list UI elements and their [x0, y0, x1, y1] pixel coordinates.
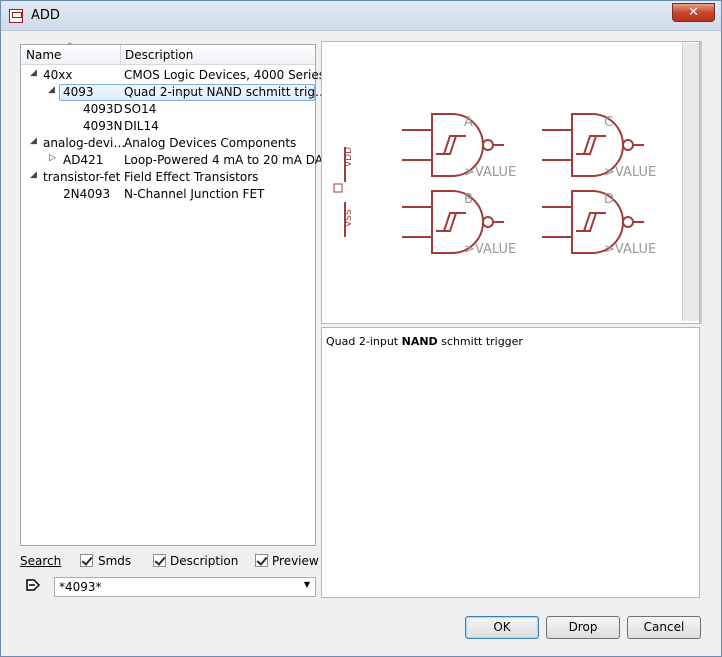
- tree-row-4093n[interactable]: 4093N DIL14: [21, 118, 315, 135]
- column-header-name[interactable]: Name: [26, 48, 61, 62]
- tree-item-description: SO14: [124, 102, 157, 116]
- schematic-symbol: VDD VSS A >VALUE B >VALUE C >VALUE D >VA…: [333, 113, 656, 257]
- smds-checkbox[interactable]: [80, 554, 93, 567]
- value-label: >VALUE: [604, 242, 656, 257]
- window-title: ADD: [31, 8, 60, 23]
- tree-item-name: analog-devi…: [43, 136, 126, 150]
- tree-item-name: AD421: [63, 153, 104, 167]
- gate-label: B: [464, 192, 473, 207]
- tree-item-description: CMOS Logic Devices, 4000 Series: [124, 68, 325, 82]
- expanded-icon[interactable]: ◢: [30, 68, 37, 78]
- column-header-description[interactable]: Description: [125, 48, 193, 62]
- preview-border: [700, 41, 702, 324]
- gate-d-symbol: D >VALUE: [542, 190, 656, 257]
- dropdown-arrow-icon[interactable]: ▼: [304, 580, 310, 589]
- gate-label: D: [604, 192, 614, 207]
- collapsed-icon[interactable]: ▷: [49, 153, 56, 163]
- vdd-label: VDD: [344, 147, 354, 167]
- tree-item-description: Field Effect Transistors: [124, 170, 259, 184]
- search-label: Search: [20, 554, 62, 568]
- tree-item-description: DIL14: [124, 119, 159, 133]
- value-label: >VALUE: [464, 242, 516, 257]
- search-input[interactable]: [59, 579, 289, 595]
- tree-row-2n4093[interactable]: 2N4093 N-Channel Junction FET: [21, 186, 315, 203]
- description-prefix: Quad 2-input: [326, 335, 402, 348]
- tree-item-description: Analog Devices Components: [124, 136, 297, 150]
- vss-label: VSS: [344, 209, 354, 227]
- title-bar[interactable]: ADD ✕: [1, 1, 721, 31]
- description-bold: NAND: [401, 335, 438, 348]
- expanded-icon[interactable]: ◢: [30, 170, 37, 180]
- ok-button[interactable]: OK: [465, 616, 539, 639]
- tree-item-name: 4093N: [83, 119, 123, 133]
- tree-item-name: 40xx: [43, 68, 73, 82]
- device-description: Quad 2-input NAND schmitt trigger: [326, 335, 523, 348]
- expanded-icon[interactable]: ◢: [48, 85, 55, 95]
- tree-row-transistor-fet[interactable]: ◢ transistor-fet Field Effect Transistor…: [21, 169, 315, 186]
- tree-item-name: 4093: [63, 85, 94, 99]
- tag-icon: [26, 579, 40, 591]
- tree-item-description: Quad 2-input NAND schmitt trig…: [124, 85, 327, 99]
- column-divider[interactable]: [120, 45, 121, 65]
- gate-c-symbol: C >VALUE: [542, 113, 656, 180]
- search-combobox[interactable]: ▼: [54, 577, 316, 597]
- gate-label: C: [604, 115, 613, 130]
- close-button[interactable]: ✕: [672, 3, 715, 22]
- gate-label: A: [464, 115, 473, 130]
- tree-item-description: N-Channel Junction FET: [124, 187, 265, 201]
- tree-item-name: 4093D: [83, 102, 123, 116]
- cancel-button[interactable]: Cancel: [627, 616, 701, 639]
- tree-header: Name ^ Description: [21, 42, 315, 65]
- preview-scrollbar[interactable]: [682, 43, 699, 321]
- value-label: >VALUE: [464, 165, 516, 180]
- smds-label[interactable]: Smds: [98, 554, 131, 568]
- description-panel: Quad 2-input NAND schmitt trigger: [321, 327, 700, 598]
- expanded-icon[interactable]: ◢: [30, 136, 37, 146]
- tree-row-4093d[interactable]: 4093D SO14: [21, 101, 315, 118]
- description-label[interactable]: Description: [170, 554, 238, 568]
- gate-a-symbol: A >VALUE: [402, 113, 516, 180]
- symbol-preview[interactable]: VDD VSS A >VALUE B >VALUE C >VALUE D >VA…: [321, 41, 700, 324]
- preview-label[interactable]: Preview: [272, 554, 319, 568]
- tree-item-description: Loop-Powered 4 mA to 20 mA DAC: [124, 153, 332, 167]
- tree-item-name: 2N4093: [63, 187, 111, 201]
- description-checkbox[interactable]: [153, 554, 166, 567]
- preview-checkbox[interactable]: [255, 554, 268, 567]
- tree-row-40xx[interactable]: ◢ 40xx CMOS Logic Devices, 4000 Series: [21, 67, 325, 84]
- description-suffix: schmitt trigger: [437, 335, 523, 348]
- app-icon: [9, 9, 23, 23]
- tree-row-4093[interactable]: ◢ 4093 Quad 2-input NAND schmitt trig…: [21, 84, 327, 101]
- sort-ascending-icon: ^: [66, 42, 74, 52]
- drop-button[interactable]: Drop: [546, 616, 620, 639]
- gate-b-symbol: B >VALUE: [402, 190, 516, 257]
- library-tree[interactable]: Name ^ Description ◢ 40xx CMOS Logic Dev…: [20, 42, 331, 546]
- tree-row-ad421[interactable]: ▷ AD421 Loop-Powered 4 mA to 20 mA DAC: [21, 152, 331, 169]
- search-options: Search Smds Description Preview: [20, 553, 319, 571]
- add-dialog: ADD ✕ Name ^ Description ◢ 40xx CMOS Log…: [0, 0, 722, 657]
- value-label: >VALUE: [604, 165, 656, 180]
- tree-item-name: transistor-fet: [43, 170, 121, 184]
- tree-row-analog-devices[interactable]: ◢ analog-devi… Analog Devices Components: [21, 135, 315, 152]
